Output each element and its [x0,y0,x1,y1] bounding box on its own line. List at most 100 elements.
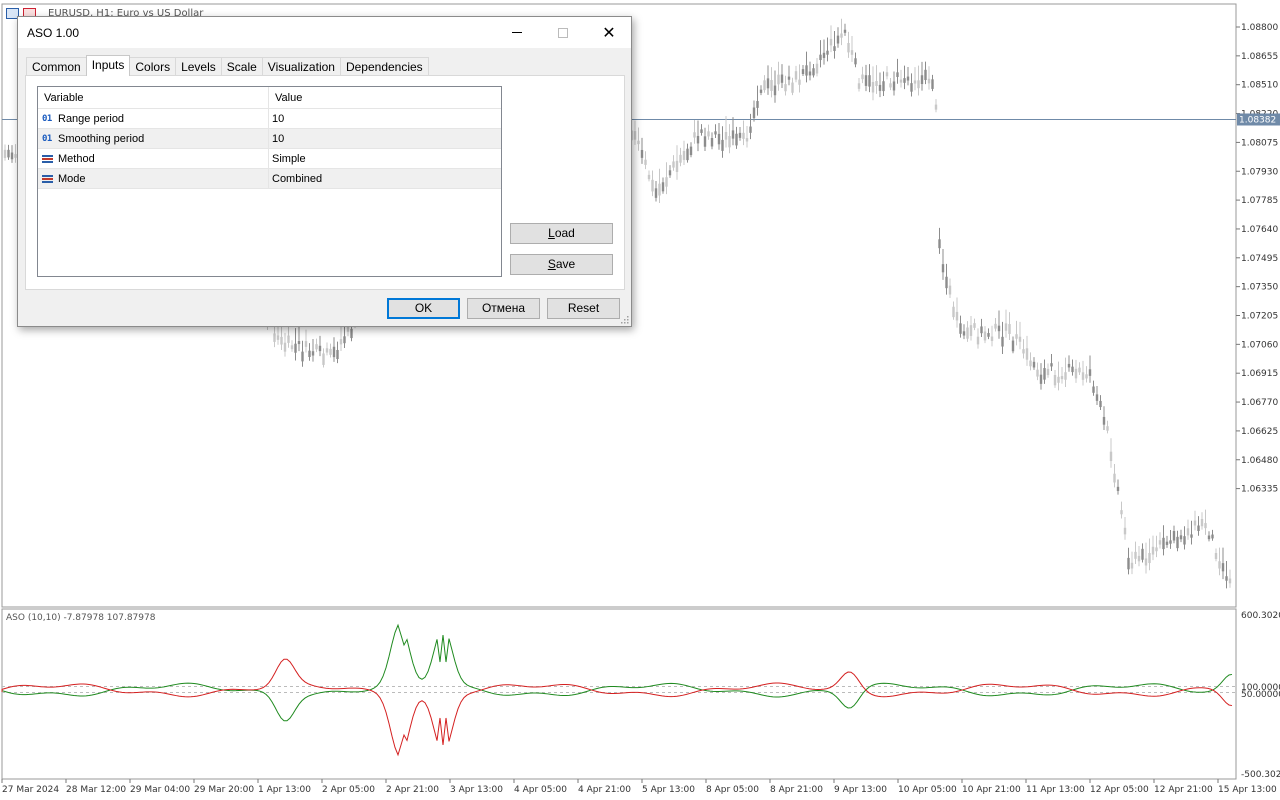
candle-body [1200,518,1204,527]
candle-body [878,84,882,91]
candle-body [1179,535,1183,540]
time-label: 11 Apr 13:00 [1026,785,1085,795]
candle-body [931,79,934,89]
candle-body [766,78,770,89]
enum-icon [42,154,58,163]
save-button[interactable]: Save [510,254,613,275]
time-label: 4 Apr 05:00 [514,785,567,795]
candle-body [815,63,819,74]
candle-body [1008,324,1011,334]
candle-body [1088,369,1092,376]
candle-body [721,139,724,151]
grid-row-method[interactable]: Method Simple [38,149,501,169]
minimize-button[interactable] [494,17,540,48]
candle-body [1186,528,1190,536]
price-label: 1.06625 [1241,427,1278,437]
tab-common[interactable]: Common [26,57,87,76]
tab-levels[interactable]: Levels [175,57,222,76]
candle-body [10,152,14,160]
price-label: 1.06480 [1241,456,1278,466]
time-label: 28 Mar 12:00 [66,785,126,795]
candle-body [693,132,696,138]
candle-body [871,82,875,93]
candle-body [1120,510,1123,515]
inputs-grid[interactable]: Variable Value 01 Range period 10 01 Smoot… [37,86,502,277]
variable-value[interactable]: 10 [269,109,284,128]
integer-icon: 01 [42,133,52,144]
candle-body [1015,334,1018,339]
maximize-button[interactable] [540,17,586,48]
candle-body [707,131,710,137]
tab-inputs[interactable]: Inputs [85,55,131,76]
variable-value[interactable]: 10 [269,129,284,148]
candle-body [1141,548,1144,560]
load-button[interactable]: Load [510,223,613,244]
cancel-button[interactable]: Отмена [467,298,540,319]
candle-body [315,344,318,350]
close-button[interactable]: ✕ [586,17,632,48]
candle-body [686,148,689,161]
column-header-value[interactable]: Value [269,87,302,108]
candle-body [1022,349,1025,354]
candle-body [301,351,304,362]
candle-body [1214,553,1218,559]
resize-grip-icon[interactable] [619,314,629,324]
candle-body [843,29,847,33]
column-header-variable[interactable]: Variable [38,87,269,108]
time-label: 29 Mar 20:00 [194,785,254,795]
candle-body [710,137,714,147]
grid-row-mode[interactable]: Mode Combined [38,169,501,189]
tab-visualization[interactable]: Visualization [261,57,341,76]
candle-body [651,179,654,192]
price-label: 1.07495 [1241,254,1278,264]
inputs-panel: Variable Value 01 Range period 10 01 Smoot… [25,75,625,290]
candle-body [749,126,752,133]
candle-body [679,154,682,163]
candle-body [868,75,871,87]
candle-body [1137,555,1141,562]
candle-body [833,46,836,51]
chart-window[interactable]: 1.088001.086551.085101.082201.080751.079… [0,0,1280,800]
candle-body [1106,426,1109,431]
candle-body [784,84,787,92]
tab-dependencies[interactable]: Dependencies [339,57,429,76]
dialog-title: ASO 1.00 [27,26,80,40]
reset-button[interactable]: Reset [547,298,620,319]
time-label: 2 Apr 21:00 [386,785,439,795]
candle-body [731,130,735,139]
indicator-title: ASO (10,10) -7.87978 107.87978 [6,613,156,623]
candle-body [780,74,784,83]
price-label: 1.07930 [1241,167,1278,177]
candle-body [308,350,311,358]
grid-row-range-period[interactable]: 01 Range period 10 [38,109,501,129]
candle-body [332,346,336,358]
dialog-titlebar[interactable]: ASO 1.00 ✕ [18,17,631,48]
candle-body [854,58,857,65]
candle-body [882,81,885,92]
candle-body [959,323,962,334]
candle-body [7,149,10,158]
candle-body [3,149,7,158]
candle-body [1053,375,1057,386]
variable-value[interactable]: Simple [269,149,306,168]
dialog-tabs: Common Inputs Colors Levels Scale Visual… [26,55,429,76]
candle-body [1155,547,1158,552]
candle-body [819,54,822,61]
ok-button[interactable]: OK [387,298,460,319]
candle-body [1004,323,1008,331]
candle-body [738,132,742,138]
grid-row-smoothing-period[interactable]: 01 Smoothing period 10 [38,129,501,149]
variable-value[interactable]: Combined [269,169,322,188]
candle-body [339,339,343,345]
candle-body [847,43,850,53]
candle-body [287,335,290,343]
candle-body [318,345,322,352]
time-label: 12 Apr 05:00 [1090,785,1149,795]
integer-icon: 01 [42,113,52,124]
candle-body [1176,536,1179,549]
tab-scale[interactable]: Scale [220,57,263,76]
candle-body [864,75,868,86]
candle-body [994,323,997,329]
tab-colors[interactable]: Colors [129,57,177,76]
candle-body [717,133,721,145]
